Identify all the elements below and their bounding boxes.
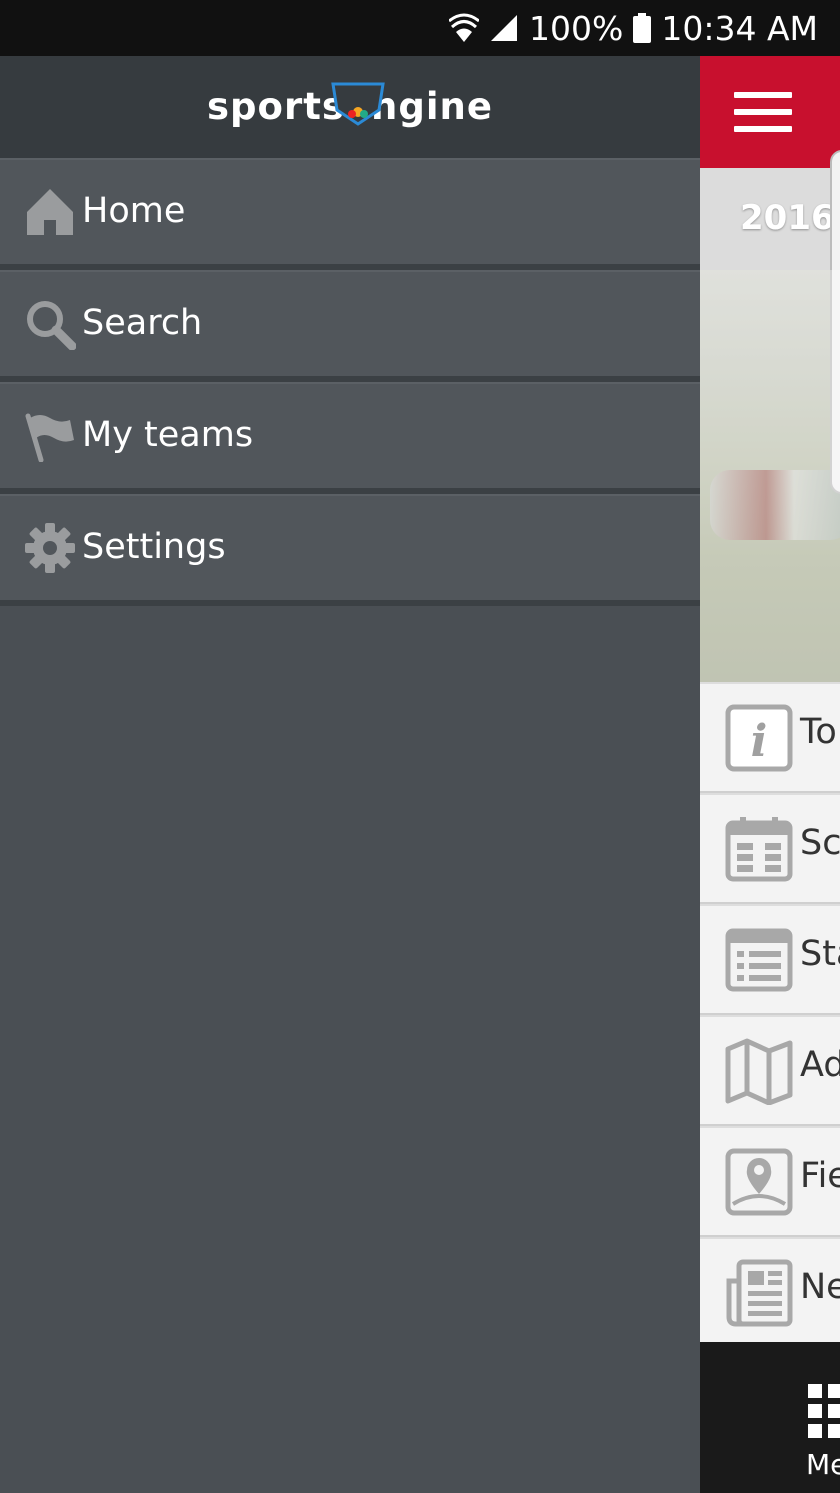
content-row-label: To: [800, 712, 837, 752]
page-title-bar: 2016 W: [700, 168, 840, 270]
drawer-item-label: Settings: [82, 527, 226, 567]
hamburger-menu-icon[interactable]: [734, 92, 792, 132]
content-row-label: Sta: [800, 934, 840, 974]
status-time: 10:34 AM: [661, 8, 818, 48]
drawer-header: sportsengine: [0, 56, 700, 158]
drawer-item-label: Search: [82, 303, 203, 343]
status-bar: 100% 10:34 AM: [0, 0, 840, 56]
drawer-menu: Home Search My teams Settings: [0, 158, 700, 606]
map-icon: [725, 1037, 793, 1105]
location-pin-icon: [725, 1148, 793, 1216]
calendar-icon: [725, 815, 793, 883]
content-menu-list: i To Sc Sta Ad Fie: [700, 682, 840, 1348]
hero-image: [700, 150, 840, 682]
main-content-peek: 2016 W i To Sc Sta Ad: [700, 56, 840, 1493]
drawer-item-label: My teams: [82, 415, 254, 455]
battery-percent: 100%: [529, 8, 624, 48]
content-row-label: Ad: [800, 1045, 840, 1085]
drawer-item-home[interactable]: Home: [0, 158, 700, 270]
sportsengine-logo: sportsengine: [207, 82, 493, 132]
drawer-item-my-teams[interactable]: My teams: [0, 382, 700, 494]
logo-badge-icon: [331, 82, 385, 126]
content-row-standings[interactable]: Sta: [700, 904, 840, 1015]
cell-signal-icon: [489, 13, 519, 43]
content-row-fields[interactable]: Fie: [700, 1126, 840, 1237]
search-icon: [24, 298, 76, 350]
info-icon: i: [725, 704, 793, 772]
wifi-icon: [449, 12, 480, 44]
navigation-drawer: sportsengine Home Search My teams: [0, 56, 700, 1493]
home-icon: [24, 186, 76, 238]
content-row-news[interactable]: Ne: [700, 1237, 840, 1348]
drawer-item-search[interactable]: Search: [0, 270, 700, 382]
bottom-nav: Me: [700, 1342, 840, 1493]
drawer-item-label: Home: [82, 191, 186, 231]
battery-icon: [633, 13, 652, 43]
bottom-nav-label: Me: [806, 1448, 840, 1481]
newspaper-icon: [725, 1259, 793, 1327]
list-icon: [725, 926, 793, 994]
svg-text:i: i: [751, 716, 768, 767]
app-top-bar: [700, 56, 840, 168]
content-row-label: Fie: [800, 1156, 840, 1196]
grid-menu-icon[interactable]: [806, 1382, 840, 1442]
flag-icon: [24, 410, 76, 462]
drawer-item-settings[interactable]: Settings: [0, 494, 700, 606]
content-row-label: Ne: [800, 1267, 840, 1307]
gear-icon: [24, 522, 76, 574]
content-row-schedule[interactable]: Sc: [700, 793, 840, 904]
page-title: 2016 W: [740, 198, 840, 238]
content-row-label: Sc: [800, 823, 840, 863]
content-row-map[interactable]: Ad: [700, 1015, 840, 1126]
status-icons: 100% 10:34 AM: [449, 8, 818, 48]
content-row-info[interactable]: i To: [700, 682, 840, 793]
